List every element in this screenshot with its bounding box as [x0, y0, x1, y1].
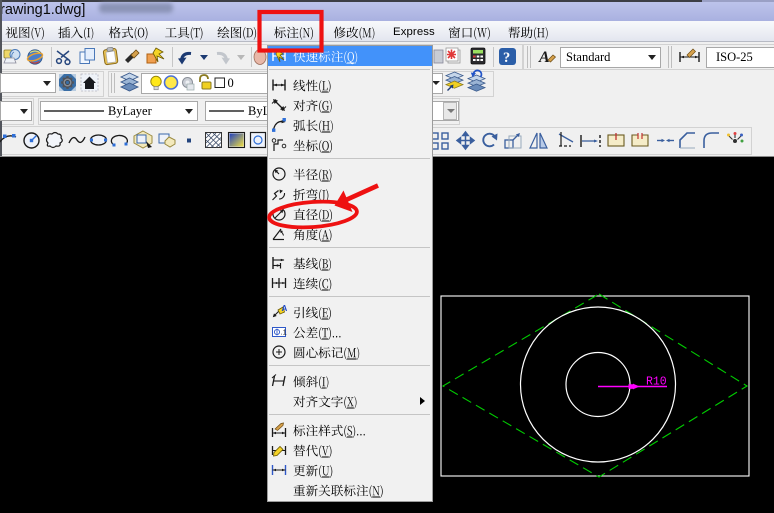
svg-text:R10: R10 — [646, 375, 667, 388]
